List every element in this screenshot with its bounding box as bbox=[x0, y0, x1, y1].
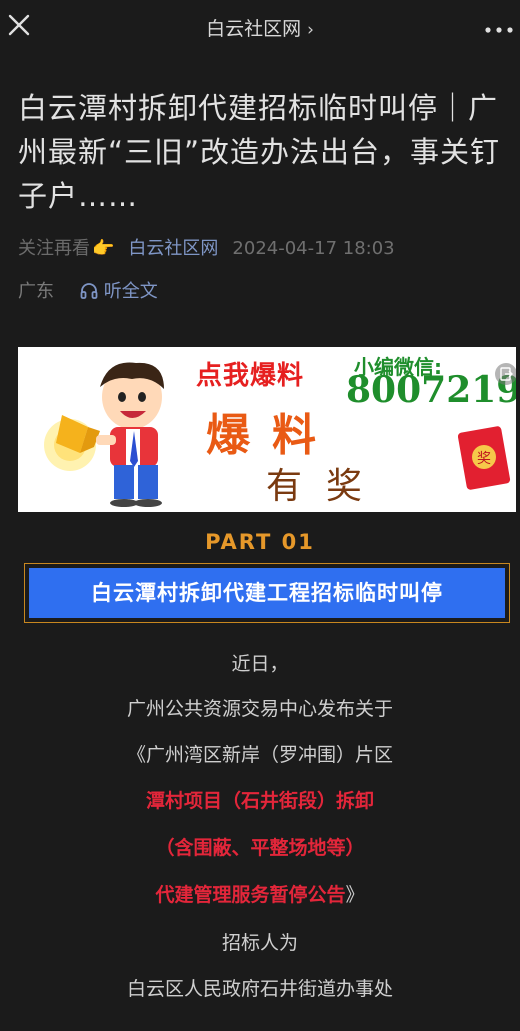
article-title: 白云潭村拆卸代建招标临时叫停｜广州最新“三旧”改造办法出台，事关钉子户…… bbox=[18, 91, 501, 213]
publish-date: 2024-04-17 18:03 bbox=[232, 238, 395, 259]
listen-label: 听全文 bbox=[103, 281, 158, 302]
pointing-hand-icon: 👉 bbox=[92, 238, 115, 259]
follow-hint: 关注再看 bbox=[18, 238, 90, 259]
body-line-7: 招标人为 bbox=[221, 932, 298, 954]
body-line-highlight-3: 代建管理服务暂停公告 bbox=[155, 884, 346, 906]
article-meta-location: 广东 听全文 bbox=[18, 277, 158, 303]
body-line-2: 广州公共资源交易中心发布关于 bbox=[126, 698, 393, 720]
body-line-highlight-1: 潭村项目（石井街段）拆卸 bbox=[145, 790, 374, 812]
banner-youjiang-text: 有奖 bbox=[266, 466, 387, 507]
location-label: 广东 bbox=[18, 281, 54, 302]
banner-wechat-id: 80072195 bbox=[346, 369, 516, 411]
body-line-8: 白云区人民政府石井街道办事处 bbox=[126, 978, 393, 1000]
headphones-icon bbox=[80, 283, 98, 299]
top-bar: 白云社区网 › bbox=[0, 0, 520, 54]
cartoon-boy-megaphone-illustration bbox=[44, 362, 164, 507]
section-title-frame: 白云潭村拆卸代建工程招标临时叫停 bbox=[24, 563, 510, 623]
article-meta: 关注再看 👉 白云社区网 2024-04-17 18:03 bbox=[18, 234, 508, 260]
account-title: 白云社区网 bbox=[206, 18, 302, 40]
baoliao-banner-image[interactable]: 点我爆料 小编微信: 80072195 爆料 有奖 奖 bbox=[18, 347, 516, 512]
body-line-3: 《广州湾区新岸（罗冲围）片区 bbox=[126, 744, 393, 766]
section-title: 白云潭村拆卸代建工程招标临时叫停 bbox=[29, 568, 505, 618]
account-link[interactable]: 白云社区网 bbox=[128, 238, 218, 259]
body-line-1: 近日， bbox=[231, 653, 289, 675]
more-icon[interactable] bbox=[484, 20, 514, 33]
red-envelope-char: 奖 bbox=[477, 450, 491, 467]
image-share-icon[interactable] bbox=[495, 363, 516, 385]
body-line-6: 代建管理服务暂停公告》 bbox=[0, 880, 520, 907]
banner-baoliao-text: 爆料 bbox=[206, 410, 338, 461]
closing-bracket: 》 bbox=[345, 884, 365, 906]
account-title-link[interactable]: 白云社区网 › bbox=[0, 14, 520, 41]
red-envelope-icon: 奖 bbox=[458, 426, 511, 490]
listen-button[interactable]: 听全文 bbox=[80, 281, 158, 302]
banner-click-text: 点我爆料 bbox=[196, 361, 305, 391]
part-label: PART 01 bbox=[205, 530, 315, 554]
chevron-right-icon: › bbox=[307, 20, 314, 40]
body-line-highlight-2: （含围蔽、平整场地等） bbox=[155, 837, 365, 859]
